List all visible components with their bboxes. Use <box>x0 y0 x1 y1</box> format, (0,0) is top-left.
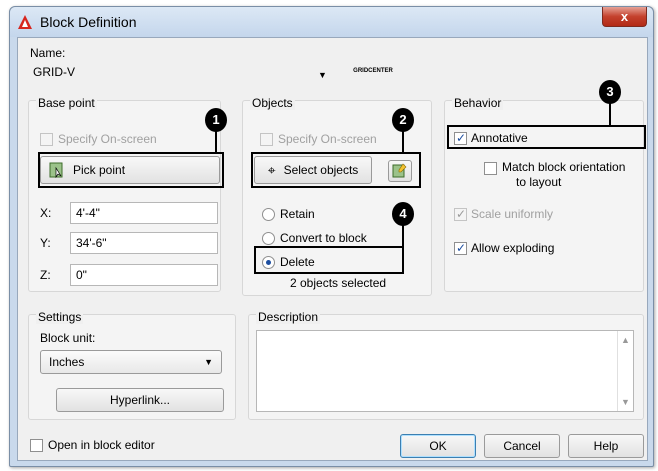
callout-2: 2 <box>392 108 414 132</box>
settings-title: Settings <box>36 310 84 324</box>
ok-label: OK <box>429 439 447 453</box>
callout-1: 1 <box>205 108 227 132</box>
behavior-group <box>444 100 644 292</box>
base-point-title: Base point <box>36 96 97 110</box>
name-label: Name: <box>30 46 66 60</box>
x-label: X: <box>40 206 52 220</box>
allow-exploding-checkbox[interactable] <box>454 241 467 255</box>
objects-selected-status: 2 objects selected <box>290 276 387 290</box>
autocad-app-icon <box>18 15 32 29</box>
open-block-editor-label: Open in block editor <box>48 438 155 452</box>
open-block-editor-checkbox[interactable] <box>30 439 43 452</box>
select-objects-label: Select objects <box>283 163 359 177</box>
retain-radio[interactable] <box>262 208 275 221</box>
x-field[interactable]: 4'-4" <box>70 202 218 224</box>
base-specify-checkbox[interactable] <box>40 133 53 146</box>
name-dropdown-icon[interactable]: ▼ <box>318 70 327 80</box>
dialog-body: Name: GRID-V ▼ GRIDCENTER Base point Spe… <box>17 37 648 461</box>
quick-select-button[interactable] <box>388 160 412 182</box>
help-button[interactable]: Help <box>568 434 644 458</box>
annotative-label: Annotative <box>471 131 528 145</box>
behavior-title: Behavior <box>452 96 504 110</box>
select-objects-button[interactable]: ⌖ Select objects <box>254 156 372 184</box>
description-textarea[interactable]: ▲ ▼ <box>256 330 634 412</box>
z-label: Z: <box>40 268 51 282</box>
name-value: GRID-V <box>33 65 75 79</box>
block-unit-value: Inches <box>49 355 85 369</box>
z-field[interactable]: 0" <box>70 264 218 286</box>
description-scrollbar[interactable]: ▲ ▼ <box>617 331 633 411</box>
block-unit-select[interactable]: Inches ▼ <box>40 350 222 374</box>
objects-specify-checkbox[interactable] <box>260 133 273 146</box>
y-field[interactable]: 34'-6" <box>70 232 218 254</box>
pick-point-icon <box>49 162 63 178</box>
ok-button[interactable]: OK <box>400 434 476 458</box>
match-orientation-checkbox[interactable] <box>484 162 497 175</box>
scale-uniformly-checkbox[interactable] <box>454 207 467 221</box>
scroll-down-icon[interactable]: ▼ <box>621 397 630 407</box>
match-orientation-label: Match block orientation <box>502 160 626 174</box>
hyperlink-button[interactable]: Hyperlink... <box>56 388 224 412</box>
match-orientation-label-line2: to layout <box>516 175 562 189</box>
title-bar[interactable]: Block Definition x <box>10 7 653 37</box>
base-specify-label: Specify On-screen <box>58 132 157 146</box>
callout-line-1 <box>215 130 217 152</box>
window-title: Block Definition <box>40 14 137 30</box>
objects-specify-label: Specify On-screen <box>278 132 377 146</box>
block-definition-window: Block Definition x Name: GRID-V ▼ GRIDCE… <box>9 6 654 467</box>
allow-exploding-label: Allow exploding <box>471 241 555 255</box>
description-title: Description <box>256 310 321 324</box>
convert-label: Convert to block <box>280 231 367 245</box>
scale-uniformly-label: Scale uniformly <box>471 207 554 221</box>
callout-line-4 <box>402 224 404 246</box>
cancel-button[interactable]: Cancel <box>484 434 560 458</box>
annotative-checkbox[interactable] <box>454 131 467 145</box>
quick-select-icon <box>392 163 407 178</box>
retain-label: Retain <box>280 207 315 221</box>
scroll-up-icon[interactable]: ▲ <box>621 335 630 345</box>
pick-point-button[interactable]: Pick point <box>40 156 220 184</box>
hyperlink-label: Hyperlink... <box>109 393 171 407</box>
delete-radio[interactable] <box>262 256 275 269</box>
objects-title: Objects <box>250 96 295 110</box>
delete-label: Delete <box>280 255 315 269</box>
cancel-label: Cancel <box>503 439 541 453</box>
close-button[interactable]: x <box>602 7 647 27</box>
chevron-down-icon: ▼ <box>204 357 213 367</box>
convert-radio[interactable] <box>262 232 275 245</box>
crosshair-icon: ⌖ <box>267 161 276 178</box>
callout-line-3 <box>609 102 611 125</box>
callout-line-2 <box>402 130 404 152</box>
callout-4: 4 <box>392 202 414 226</box>
y-label: Y: <box>40 236 51 250</box>
block-unit-label: Block unit: <box>40 331 96 345</box>
help-label: Help <box>593 439 619 453</box>
block-preview: GRIDCENTER <box>353 68 393 74</box>
name-combobox[interactable]: GRID-V <box>28 62 338 84</box>
callout-3: 3 <box>599 80 621 104</box>
pick-point-label: Pick point <box>73 163 126 177</box>
